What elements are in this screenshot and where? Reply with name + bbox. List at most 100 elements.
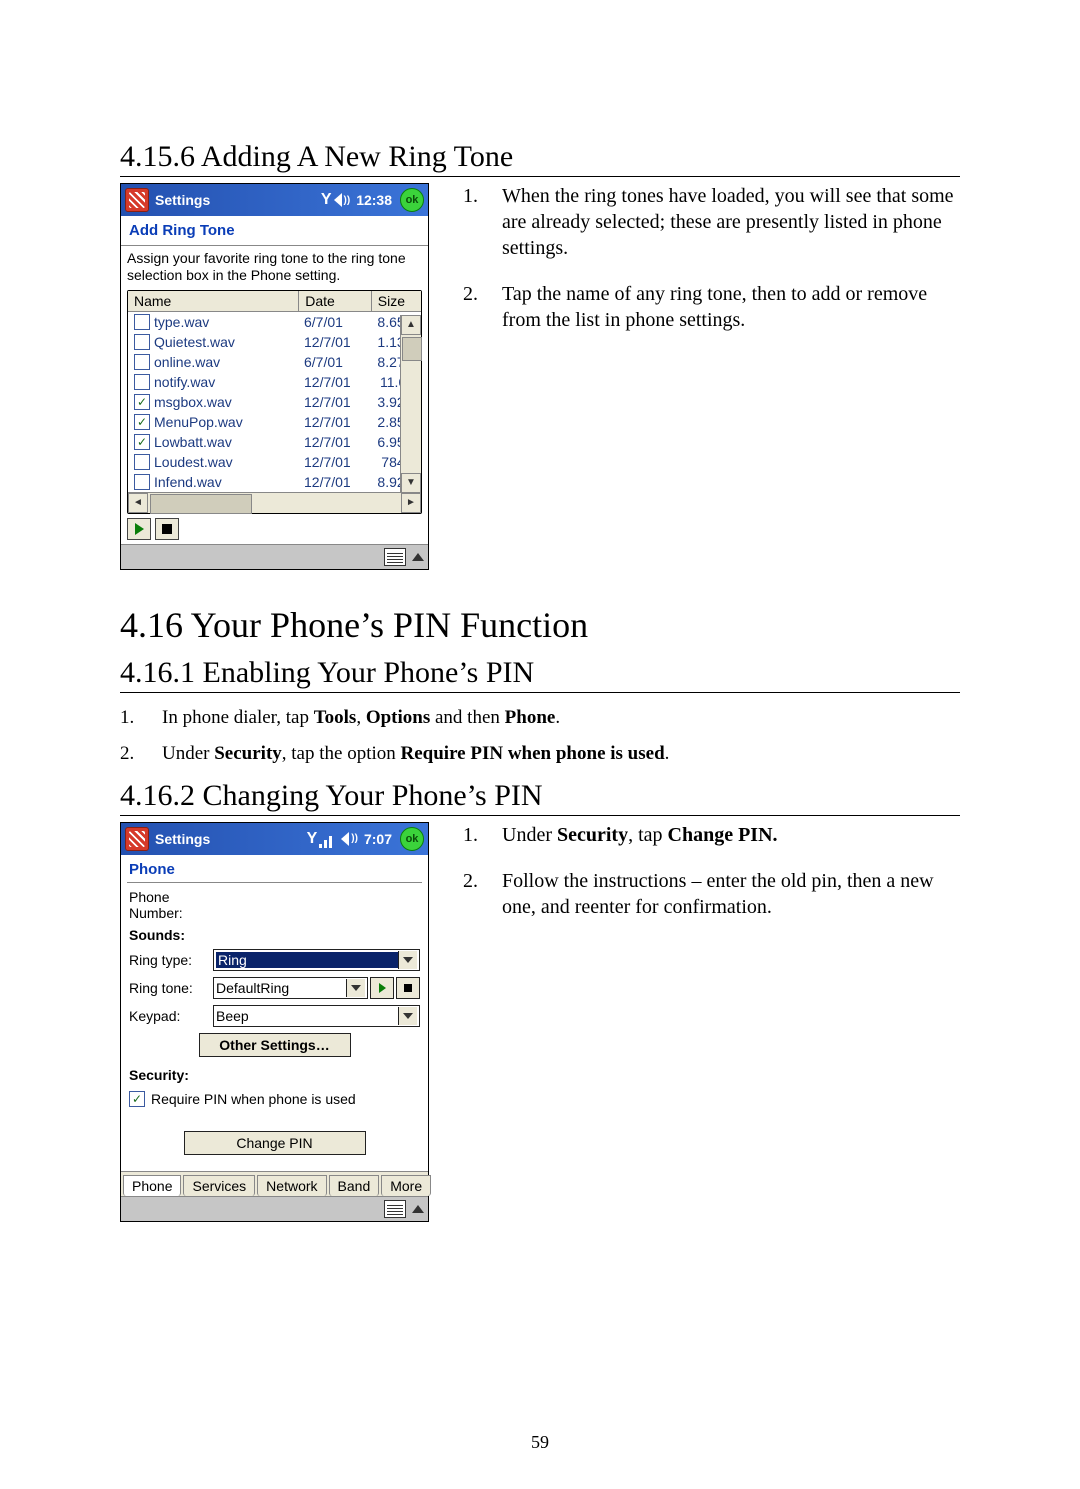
scroll-up-button[interactable]: ▲	[401, 315, 421, 335]
step-text-2: Tap the name of any ring tone, then to a…	[502, 281, 960, 333]
cell-name: Lowbatt.wav	[154, 434, 304, 450]
ring-tone-select[interactable]: DefaultRing	[213, 977, 368, 999]
stop-button[interactable]	[396, 977, 420, 999]
dropdown-arrow-icon	[398, 951, 417, 969]
play-button[interactable]	[370, 977, 394, 999]
cell-name: Quietest.wav	[154, 334, 304, 350]
cell-name: online.wav	[154, 354, 304, 370]
select-checkbox[interactable]	[134, 374, 150, 390]
ring-type-label: Ring type:	[129, 952, 213, 968]
dropdown-arrow-icon	[346, 979, 365, 997]
section-heading-4-15-6: 4.15.6 Adding A New Ring Tone	[120, 140, 960, 177]
keypad-select[interactable]: Beep	[213, 1005, 420, 1027]
scroll-down-button[interactable]: ▼	[401, 473, 421, 493]
phone-number-label: Phone Number:	[129, 889, 213, 921]
stop-button[interactable]	[155, 518, 179, 540]
table-row[interactable]: ✓Lowbatt.wav12/7/016.95K	[128, 432, 421, 452]
table-row[interactable]: notify.wav12/7/0111.64	[128, 372, 421, 392]
scroll-thumb[interactable]	[150, 494, 252, 514]
step-text: In phone dialer, tap Tools, Options and …	[162, 707, 560, 729]
ok-button[interactable]: ok	[400, 827, 424, 851]
cell-date: 12/7/01	[304, 454, 370, 470]
tab-services[interactable]: Services	[183, 1175, 255, 1196]
sip-bar[interactable]	[121, 1196, 428, 1221]
select-checkbox[interactable]	[134, 454, 150, 470]
keyboard-icon[interactable]	[384, 1200, 406, 1218]
screenshot-phone-settings: Settings Y )) 7:07 ok Phone Phone Number…	[120, 822, 430, 1222]
play-icon	[379, 983, 386, 993]
table-row[interactable]: Quietest.wav12/7/011.13K	[128, 332, 421, 352]
signal-icon[interactable]	[319, 830, 335, 848]
table-row[interactable]: online.wav6/7/018.27K	[128, 352, 421, 372]
start-menu-icon[interactable]	[125, 188, 149, 212]
select-checkbox[interactable]: ✓	[134, 414, 150, 430]
select-checkbox[interactable]	[134, 474, 150, 490]
sip-arrow-icon[interactable]	[412, 553, 424, 561]
table-row[interactable]: ✓msgbox.wav12/7/013.92K	[128, 392, 421, 412]
cell-date: 12/7/01	[304, 394, 370, 410]
table-row[interactable]: Infend.wav12/7/018.92K	[128, 472, 421, 492]
clock[interactable]: 12:38	[356, 192, 392, 208]
title-text: Settings	[155, 831, 307, 847]
cell-name: MenuPop.wav	[154, 414, 304, 430]
speaker-icon[interactable]	[341, 832, 349, 846]
change-pin-button[interactable]: Change PIN	[184, 1131, 366, 1155]
ring-tone-label: Ring tone:	[129, 980, 213, 996]
cell-date: 12/7/01	[304, 414, 370, 430]
cell-date: 12/7/01	[304, 474, 370, 490]
step-number: 1.	[120, 707, 144, 729]
scroll-left-button[interactable]: ◄	[128, 493, 148, 513]
step-number: 2.	[120, 743, 144, 765]
title-bar: Settings Y )) 12:38 ok	[121, 184, 428, 216]
horizontal-scrollbar[interactable]: ◄ ►	[128, 492, 421, 513]
sip-arrow-icon[interactable]	[412, 1205, 424, 1213]
tab-phone[interactable]: Phone	[123, 1175, 181, 1196]
cell-name: Loudest.wav	[154, 454, 304, 470]
start-menu-icon[interactable]	[125, 827, 149, 851]
keyboard-icon[interactable]	[384, 548, 406, 566]
step-text-1: Under Security, tap Change PIN.	[502, 822, 778, 848]
clock[interactable]: 7:07	[364, 831, 392, 847]
cell-name: Infend.wav	[154, 474, 304, 490]
table-row[interactable]: type.wav6/7/018.65K	[128, 312, 421, 332]
section-heading-4-16: 4.16 Your Phone’s PIN Function	[120, 604, 960, 646]
tab-network[interactable]: Network	[257, 1175, 326, 1196]
scroll-right-button[interactable]: ►	[401, 493, 421, 513]
scroll-thumb[interactable]	[402, 337, 422, 361]
title-bar: Settings Y )) 7:07 ok	[121, 823, 428, 855]
cell-name: notify.wav	[154, 374, 304, 390]
volume-waves-icon: ))	[344, 195, 351, 206]
col-header-name[interactable]: Name	[128, 291, 299, 311]
vertical-scrollbar[interactable]: ▲ ▼	[400, 315, 421, 493]
step-number-1: 1.	[454, 183, 478, 261]
require-pin-label: Require PIN when phone is used	[151, 1091, 356, 1107]
col-header-size[interactable]: Size	[372, 291, 421, 311]
select-checkbox[interactable]	[134, 314, 150, 330]
cell-date: 12/7/01	[304, 434, 370, 450]
speaker-icon[interactable]	[334, 193, 342, 207]
select-checkbox[interactable]: ✓	[134, 394, 150, 410]
select-checkbox[interactable]	[134, 334, 150, 350]
cell-name: msgbox.wav	[154, 394, 304, 410]
table-row[interactable]: ✓MenuPop.wav12/7/012.85K	[128, 412, 421, 432]
cell-date: 12/7/01	[304, 374, 370, 390]
dropdown-arrow-icon	[398, 1007, 417, 1025]
ok-button[interactable]: ok	[400, 188, 424, 212]
antenna-icon[interactable]: Y	[321, 191, 332, 209]
require-pin-checkbox[interactable]: ✓	[129, 1091, 145, 1107]
tab-more[interactable]: More	[381, 1175, 431, 1196]
table-row[interactable]: Loudest.wav12/7/01784B	[128, 452, 421, 472]
ring-type-select[interactable]: Ring	[213, 949, 420, 971]
antenna-icon[interactable]: Y	[307, 830, 318, 848]
play-button[interactable]	[127, 518, 151, 540]
select-checkbox[interactable]: ✓	[134, 434, 150, 450]
step-number-1: 1.	[454, 822, 478, 848]
screen-title: Phone	[121, 855, 428, 882]
select-checkbox[interactable]	[134, 354, 150, 370]
play-icon	[135, 523, 144, 535]
other-settings-button[interactable]: Other Settings…	[199, 1033, 351, 1057]
tab-band[interactable]: Band	[329, 1175, 380, 1196]
col-header-date[interactable]: Date	[299, 291, 372, 311]
cell-date: 6/7/01	[304, 354, 370, 370]
sip-bar[interactable]	[121, 544, 428, 569]
